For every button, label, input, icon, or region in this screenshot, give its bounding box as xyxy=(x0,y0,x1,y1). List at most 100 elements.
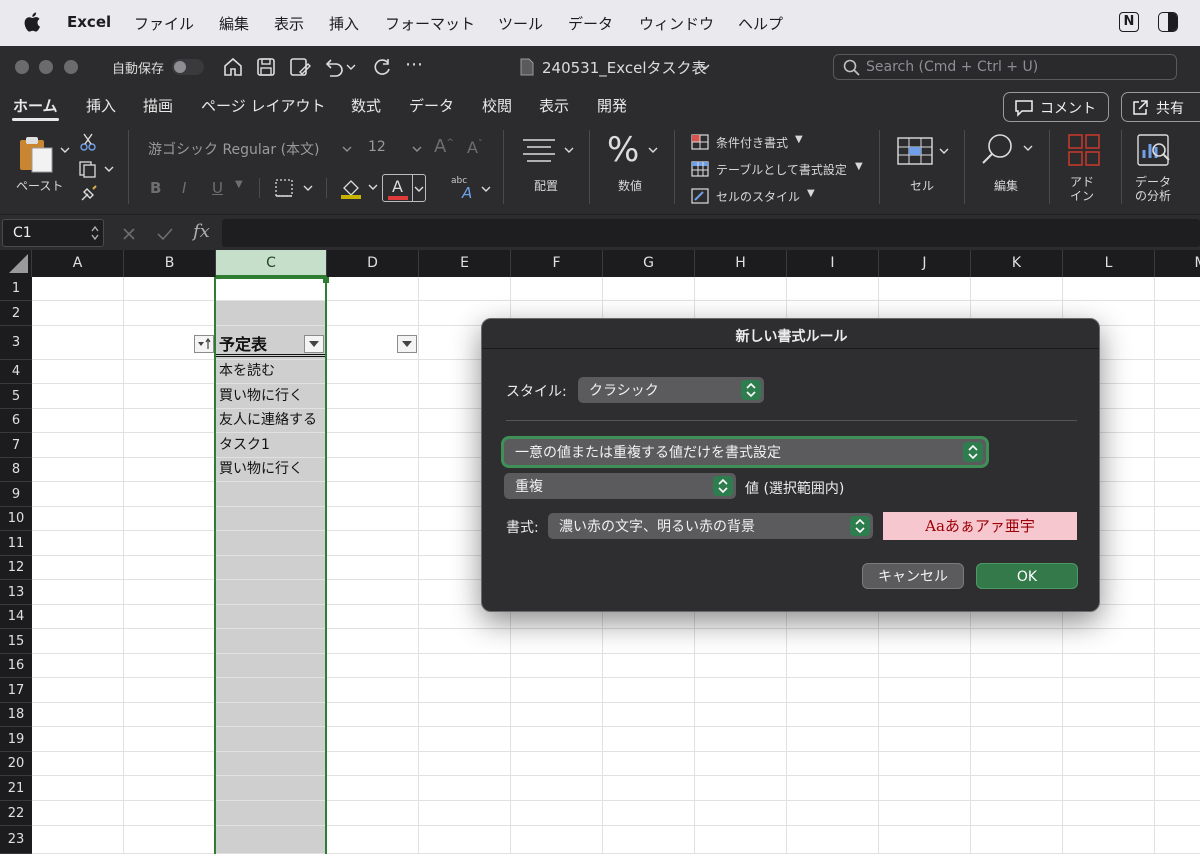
row-header[interactable]: 9 xyxy=(0,482,32,507)
number-chevron-down-icon[interactable] xyxy=(648,146,658,154)
add-ins-label[interactable]: アド イン xyxy=(1070,175,1094,203)
name-box[interactable]: C1 xyxy=(2,219,104,247)
filter-button-c3[interactable] xyxy=(304,335,324,353)
column-header-h[interactable]: H xyxy=(695,250,787,277)
format-as-table-chevron-down-icon[interactable]: ▼ xyxy=(855,161,863,172)
more-options-icon[interactable]: ⋯ xyxy=(405,54,423,75)
editing-label[interactable]: 編集 xyxy=(994,177,1018,194)
cell-c5[interactable]: 買い物に行く xyxy=(219,385,303,405)
home-icon[interactable] xyxy=(222,56,244,78)
cancel-entry-icon[interactable] xyxy=(121,226,137,242)
row-header[interactable]: 2 xyxy=(0,301,32,326)
select-all-corner[interactable] xyxy=(0,250,32,277)
number-label[interactable]: 数値 xyxy=(618,177,642,194)
cells-icon[interactable] xyxy=(896,134,952,168)
format-painter-icon[interactable] xyxy=(79,185,97,203)
column-header-l[interactable]: L xyxy=(1063,250,1155,277)
row-header[interactable]: 8 xyxy=(0,458,32,482)
menu-app-name[interactable]: Excel xyxy=(67,13,111,31)
add-ins-icon[interactable] xyxy=(1066,132,1102,168)
save-as-icon[interactable] xyxy=(288,56,312,78)
conditional-formatting-icon[interactable] xyxy=(690,133,710,151)
menu-item-format[interactable]: フォーマット xyxy=(385,13,475,34)
tab-formulas[interactable]: 数式 xyxy=(351,95,381,116)
undo-icon[interactable] xyxy=(322,56,356,78)
close-window-button[interactable] xyxy=(15,60,29,74)
style-popup[interactable]: クラシック xyxy=(578,377,764,403)
insert-function-icon[interactable]: fx xyxy=(193,221,210,242)
conditional-formatting-label[interactable]: 条件付き書式 xyxy=(716,134,788,151)
font-name-dropdown[interactable]: 游ゴシック Regular (本文) xyxy=(140,136,356,160)
row-header[interactable]: 20 xyxy=(0,752,32,776)
fill-color-icon[interactable] xyxy=(339,176,381,200)
confirm-entry-icon[interactable] xyxy=(156,226,174,242)
column-header-c[interactable]: C xyxy=(216,250,327,277)
contrast-icon[interactable] xyxy=(1158,12,1178,32)
filter-button-d3[interactable] xyxy=(397,335,417,353)
decrease-font-size-icon[interactable]: Aˇ xyxy=(467,138,482,157)
cell-c3-header[interactable]: 予定表 xyxy=(219,331,267,355)
search-input[interactable]: Search (Cmd + Ctrl + U) xyxy=(833,54,1177,80)
row-header[interactable]: 6 xyxy=(0,409,32,433)
ok-button[interactable]: OK xyxy=(976,563,1078,589)
tab-draw[interactable]: 描画 xyxy=(143,95,173,116)
autosave-toggle[interactable] xyxy=(172,59,204,75)
tab-home[interactable]: ホーム xyxy=(13,95,58,116)
paste-icon[interactable] xyxy=(16,134,56,174)
percent-icon[interactable]: % xyxy=(607,130,639,170)
duplicate-unique-popup[interactable]: 重複 xyxy=(504,473,736,499)
menu-item-help[interactable]: ヘルプ xyxy=(738,13,783,34)
row-header[interactable]: 5 xyxy=(0,384,32,409)
row-header[interactable]: 13 xyxy=(0,580,32,605)
menu-item-tools[interactable]: ツール xyxy=(498,13,543,34)
column-header-g[interactable]: G xyxy=(603,250,695,277)
row-header[interactable]: 3 xyxy=(0,326,32,360)
comment-button[interactable]: コメント xyxy=(1003,92,1109,122)
font-color-button[interactable]: A xyxy=(382,174,426,202)
format-as-table-label[interactable]: テーブルとして書式設定 xyxy=(716,161,847,178)
row-header[interactable]: 14 xyxy=(0,605,32,629)
row-header[interactable]: 23 xyxy=(0,826,32,854)
find-icon[interactable] xyxy=(980,132,1036,168)
cell-styles-chevron-down-icon[interactable]: ▼ xyxy=(807,188,815,199)
italic-button[interactable]: I xyxy=(182,179,186,197)
apple-logo-icon[interactable] xyxy=(22,10,44,34)
alignment-icon[interactable] xyxy=(521,136,577,166)
row-header[interactable]: 21 xyxy=(0,776,32,801)
alignment-label[interactable]: 配置 xyxy=(534,177,558,194)
tab-insert[interactable]: 挿入 xyxy=(86,95,116,116)
menu-item-data[interactable]: データ xyxy=(568,13,613,34)
column-header-m[interactable]: M xyxy=(1155,250,1200,277)
increase-font-size-icon[interactable]: A^ xyxy=(434,136,454,157)
borders-icon[interactable] xyxy=(274,179,314,197)
minimize-window-button[interactable] xyxy=(39,60,53,74)
menu-item-insert[interactable]: 挿入 xyxy=(329,13,359,34)
row-header[interactable]: 4 xyxy=(0,360,32,384)
row-header[interactable]: 1 xyxy=(0,277,32,301)
cancel-button[interactable]: キャンセル xyxy=(862,563,964,589)
cell-styles-label[interactable]: セルのスタイル xyxy=(716,188,800,205)
share-button[interactable]: 共有 xyxy=(1121,92,1200,122)
notion-icon[interactable]: N xyxy=(1119,12,1139,32)
row-header[interactable]: 18 xyxy=(0,703,32,727)
bold-button[interactable]: B xyxy=(150,179,161,197)
row-header[interactable]: 22 xyxy=(0,801,32,826)
save-icon[interactable] xyxy=(255,56,277,78)
cell-c8[interactable]: 買い物に行く xyxy=(219,458,303,478)
row-header[interactable]: 15 xyxy=(0,629,32,654)
formula-input[interactable] xyxy=(222,219,1200,247)
title-chevron-down-icon[interactable] xyxy=(700,63,710,71)
tab-view[interactable]: 表示 xyxy=(539,95,569,116)
cell-c7[interactable]: タスク1 xyxy=(219,434,270,454)
format-as-table-icon[interactable] xyxy=(690,160,710,178)
tab-review[interactable]: 校閲 xyxy=(482,95,512,116)
column-header-j[interactable]: J xyxy=(879,250,971,277)
column-header-i[interactable]: I xyxy=(787,250,879,277)
document-title[interactable]: 240531_Excelタスク表 xyxy=(542,57,707,78)
row-header[interactable]: 11 xyxy=(0,531,32,556)
paste-chevron-down-icon[interactable] xyxy=(60,146,70,154)
menu-item-file[interactable]: ファイル xyxy=(134,13,194,34)
analyze-data-label[interactable]: データ の分析 xyxy=(1135,175,1171,203)
column-header-d[interactable]: D xyxy=(327,250,419,277)
cell-c6[interactable]: 友人に連絡する xyxy=(219,409,317,429)
